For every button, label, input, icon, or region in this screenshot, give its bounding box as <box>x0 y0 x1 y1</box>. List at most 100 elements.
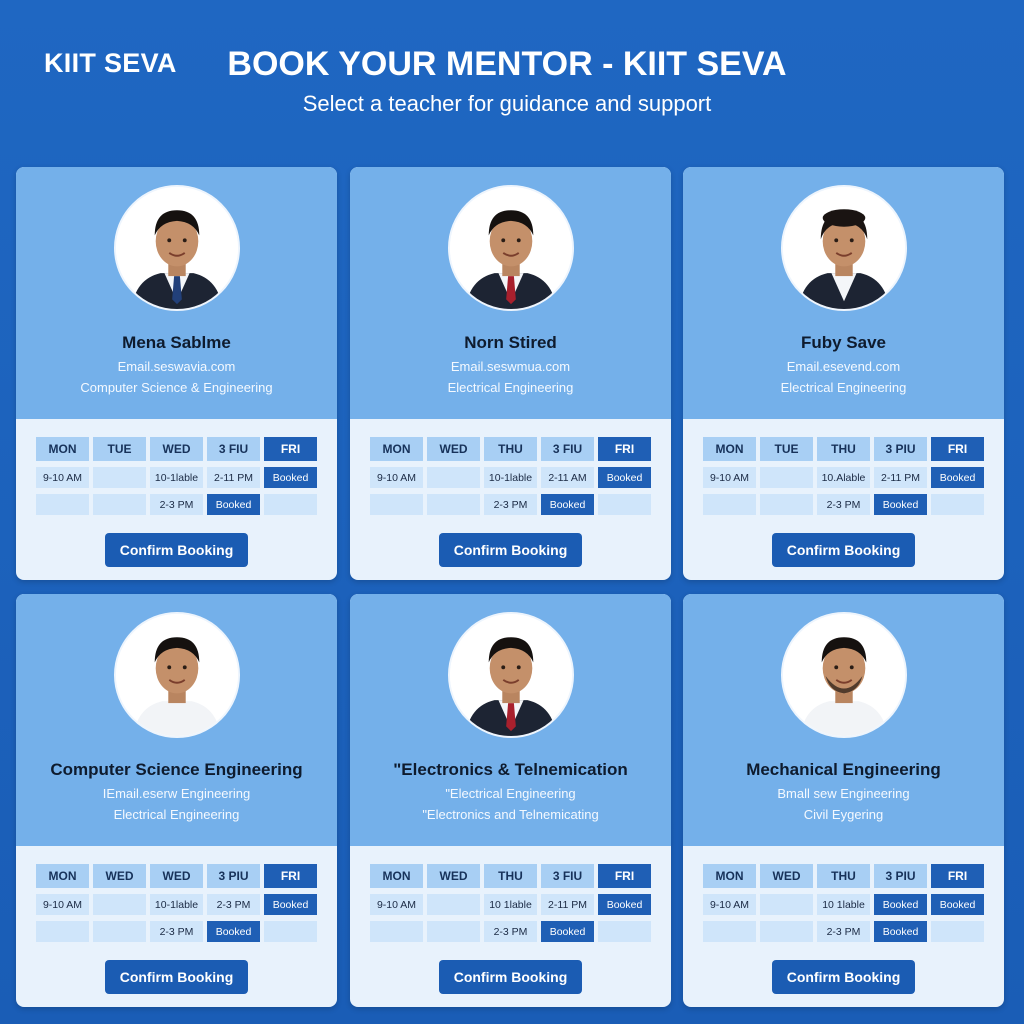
confirm-booking-button[interactable]: Confirm Booking <box>439 533 582 567</box>
day-header: FRI <box>598 437 651 461</box>
day-header: WED <box>150 437 203 461</box>
empty-slot <box>931 494 984 515</box>
time-slot[interactable]: 10-1lable <box>150 894 203 915</box>
mentor-avatar-male-blue-tie-icon <box>116 187 238 309</box>
confirm-booking-button[interactable]: Confirm Booking <box>439 960 582 994</box>
time-slot[interactable]: 2-3 PM <box>150 921 203 942</box>
booked-slot: Booked <box>207 921 260 942</box>
mentor-email: "Electrical Engineering <box>445 786 576 801</box>
booked-slot: Booked <box>874 921 927 942</box>
day-header: FRI <box>264 437 317 461</box>
day-header: MON <box>36 864 89 888</box>
time-slot[interactable]: 9-10 AM <box>370 467 423 488</box>
day-header: FRI <box>931 437 984 461</box>
time-slot[interactable]: 2-11 PM <box>207 467 260 488</box>
booked-slot: Booked <box>931 467 984 488</box>
time-slot[interactable]: 10 1lable <box>484 894 537 915</box>
mentor-department: Civil Eygering <box>803 807 884 822</box>
time-slot[interactable]: 9-10 AM <box>370 894 423 915</box>
time-slot[interactable]: 2-3 PM <box>484 494 537 515</box>
time-slot[interactable]: 9-10 AM <box>703 467 756 488</box>
empty-slot <box>760 467 813 488</box>
avatar <box>448 612 574 738</box>
confirm-booking-button[interactable]: Confirm Booking <box>772 960 915 994</box>
schedule-table: MON WED THU 3 PIU FRI 9-10 AM 10 1lable Booked B… <box>703 864 984 942</box>
empty-slot <box>760 494 813 515</box>
day-header: THU <box>817 864 870 888</box>
booked-slot: Booked <box>874 894 927 915</box>
booked-slot: Booked <box>874 494 927 515</box>
time-slot[interactable]: 2-11 AM <box>541 467 594 488</box>
day-header: FRI <box>931 864 984 888</box>
mentor-email: Email.seswmua.com <box>450 359 571 374</box>
time-slot[interactable]: 2-11 PM <box>541 894 594 915</box>
time-slot[interactable]: 2-3 PM <box>817 921 870 942</box>
schedule-table: MON TUE THU 3 PIU FRI 9-10 AM 10.Alable 2-11 PM… <box>703 437 984 515</box>
mentor-card: "Electronics & Telnemication "Electrical … <box>350 594 671 1007</box>
avatar <box>114 185 240 311</box>
booked-slot: Booked <box>598 894 651 915</box>
time-slot[interactable]: 9-10 AM <box>703 894 756 915</box>
empty-slot <box>760 894 813 915</box>
mentor-avatar-male-beard-icon <box>783 614 905 736</box>
empty-slot <box>703 494 756 515</box>
empty-slot <box>427 921 480 942</box>
empty-slot <box>264 494 317 515</box>
time-slot[interactable]: 2-11 PM <box>874 467 927 488</box>
time-slot[interactable]: 10-1lable <box>150 467 203 488</box>
mentor-name: "Electronics & Telnemication <box>393 760 628 779</box>
empty-slot <box>703 921 756 942</box>
time-slot[interactable]: 2-3 PM <box>207 894 260 915</box>
day-header: WED <box>150 864 203 888</box>
time-slot[interactable]: 10.Alable <box>817 467 870 488</box>
day-header: WED <box>427 437 480 461</box>
empty-slot <box>93 894 146 915</box>
avatar <box>448 185 574 311</box>
day-header: MON <box>370 864 423 888</box>
mentor-avatar-male-red-tie-icon <box>450 614 572 736</box>
confirm-booking-button[interactable]: Confirm Booking <box>105 960 248 994</box>
mentor-email: Email.esevend.com <box>786 359 901 374</box>
empty-slot <box>36 921 89 942</box>
booked-slot: Booked <box>541 494 594 515</box>
empty-slot <box>598 921 651 942</box>
mentor-avatar-male-shirt-icon <box>116 614 238 736</box>
mentor-card: Computer Science Engineering IEmail.eserw… <box>16 594 337 1007</box>
time-slot[interactable]: 9-10 AM <box>36 467 89 488</box>
day-header: THU <box>484 864 537 888</box>
day-header: 3 PIU <box>874 864 927 888</box>
mentor-name: Norn Stired <box>464 333 557 352</box>
day-header: WED <box>760 864 813 888</box>
mentor-department: Electrical Engineering <box>780 380 907 395</box>
day-header: FRI <box>264 864 317 888</box>
avatar <box>781 185 907 311</box>
mentor-department: Electrical Engineering <box>113 807 240 822</box>
avatar <box>114 612 240 738</box>
confirm-booking-button[interactable]: Confirm Booking <box>772 533 915 567</box>
mentor-email: Email.seswavia.com <box>117 359 236 374</box>
confirm-booking-button[interactable]: Confirm Booking <box>105 533 248 567</box>
time-slot[interactable]: 2-3 PM <box>150 494 203 515</box>
empty-slot <box>93 467 146 488</box>
mentor-name: Mechanical Engineering <box>746 760 941 779</box>
mentor-name: Computer Science Engineering <box>50 760 303 779</box>
time-slot[interactable]: 10 1lable <box>817 894 870 915</box>
schedule-table: MON WED THU 3 FIU FRI 9-10 AM 10-1lable 2-11 AM… <box>370 437 651 515</box>
time-slot[interactable]: 9-10 AM <box>36 894 89 915</box>
day-header: THU <box>817 437 870 461</box>
mentor-email: IEmail.eserw Engineering <box>102 786 251 801</box>
day-header: 3 PIU <box>207 864 260 888</box>
empty-slot <box>931 921 984 942</box>
page-subtitle: Select a teacher for guidance and suppor… <box>302 91 712 116</box>
day-header: TUE <box>760 437 813 461</box>
day-header: MON <box>703 864 756 888</box>
booked-slot: Booked <box>264 894 317 915</box>
empty-slot <box>93 494 146 515</box>
empty-slot <box>370 494 423 515</box>
schedule-table: MON WED THU 3 FIU FRI 9-10 AM 10 1lable 2-11 PM… <box>370 864 651 942</box>
time-slot[interactable]: 2-3 PM <box>817 494 870 515</box>
mentor-email: Bmall sew Engineering <box>777 786 910 801</box>
time-slot[interactable]: 10-1lable <box>484 467 537 488</box>
booked-slot: Booked <box>598 467 651 488</box>
time-slot[interactable]: 2-3 PM <box>484 921 537 942</box>
